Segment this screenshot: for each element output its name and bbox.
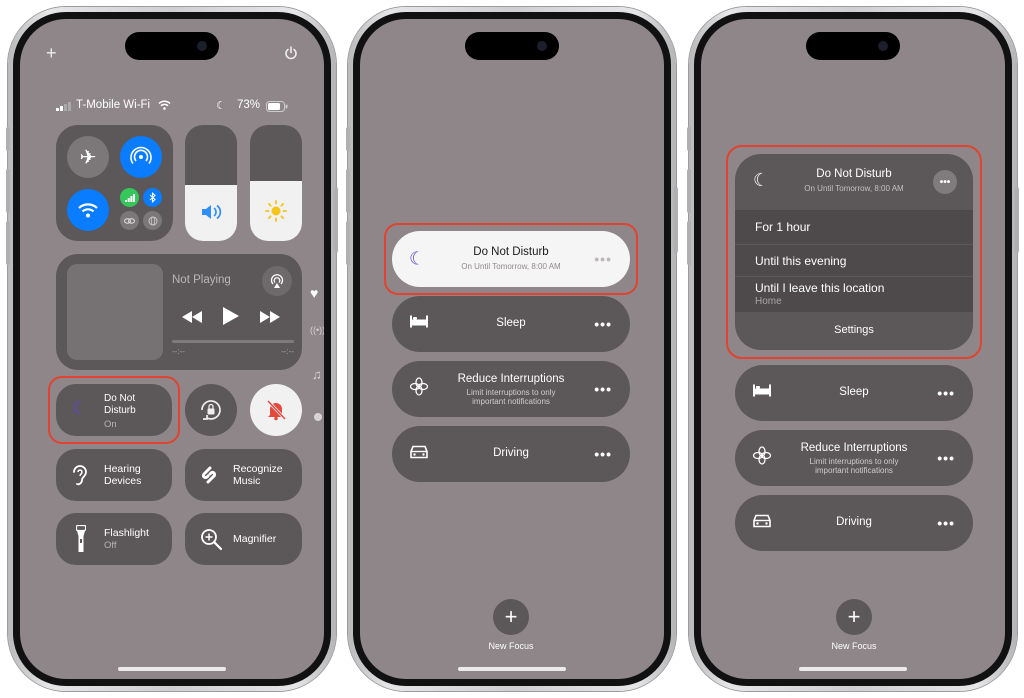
airplane-mode-button[interactable]: ✈ — [67, 136, 109, 178]
phone-dnd-options: ☾ Do Not Disturb On Until Tomorrow, 8:00… — [687, 7, 1019, 691]
globe-icon — [148, 216, 157, 225]
bell-slash-icon — [266, 399, 287, 421]
carrier-label: T-Mobile Wi-Fi — [76, 99, 151, 111]
home-indicator — [799, 667, 907, 671]
new-focus-button[interactable]: + New Focus — [814, 599, 894, 651]
battery-percent: 73% — [236, 99, 260, 111]
ear-icon — [70, 463, 90, 492]
play-icon — [223, 307, 239, 325]
home-indicator — [458, 667, 566, 671]
phone-control-center: + T-Mobile Wi-Fi ☾ 73% ✈ Not Playing --:… — [6, 7, 338, 691]
music-note-icon[interactable]: ♫ — [312, 367, 322, 382]
flashlight-tile[interactable]: Flashlight Off — [56, 513, 172, 565]
rewind-icon — [182, 311, 202, 323]
cellular-button[interactable] — [120, 188, 139, 207]
forward-icon — [260, 311, 280, 323]
connectivity-tile: ✈ — [56, 125, 173, 241]
recognize-music-tile[interactable]: Recognize Music — [185, 449, 302, 501]
focus-driving-pill[interactable]: Driving ••• — [392, 426, 630, 482]
silent-mode-button[interactable] — [250, 384, 302, 436]
more-options-button[interactable]: ••• — [937, 450, 955, 466]
sun-icon — [265, 200, 287, 227]
plus-icon: + — [493, 599, 529, 635]
cellular-icon — [124, 193, 135, 202]
hearing-devices-tile[interactable]: Hearing Devices — [56, 449, 172, 501]
personal-hotspot-button[interactable] — [120, 211, 139, 230]
flashlight-icon — [75, 524, 87, 558]
forward-button[interactable] — [260, 310, 280, 328]
magnifier-tile[interactable]: Magnifier — [185, 513, 302, 565]
focus-sleep-pill[interactable]: Sleep ••• — [735, 365, 973, 421]
wifi-toggle-button[interactable] — [67, 189, 109, 231]
dynamic-island — [465, 32, 559, 60]
home-indicator — [118, 667, 226, 671]
speaker-icon — [201, 204, 223, 225]
focus-driving-pill[interactable]: Driving ••• — [735, 495, 973, 551]
wifi-icon — [158, 100, 171, 113]
focus-reduce-pill[interactable]: Reduce Interruptions Limit interruptions… — [392, 361, 630, 417]
status-bar: T-Mobile Wi-Fi ☾ 73% — [56, 99, 288, 115]
power-icon[interactable] — [284, 46, 298, 65]
volume-slider[interactable] — [185, 125, 237, 241]
more-options-button[interactable]: ••• — [594, 316, 612, 332]
magnifier-label: Magnifier — [233, 533, 277, 545]
progress-track[interactable] — [172, 340, 294, 343]
focus-reduce-pill[interactable]: Reduce Interruptions Limit interruptions… — [735, 430, 973, 486]
dynamic-island — [125, 32, 219, 60]
dnd-options-screen: ☾ Do Not Disturb On Until Tomorrow, 8:00… — [701, 19, 1005, 679]
add-control-button[interactable]: + — [46, 43, 57, 64]
moon-status-icon: ☾ — [216, 100, 226, 112]
airplay-icon — [270, 274, 284, 288]
rotation-lock-icon — [201, 400, 221, 420]
focus-list-screen: ☾ Do Not Disturb On Until Tomorrow, 8:00… — [360, 19, 664, 679]
battery-icon — [266, 101, 288, 115]
dynamic-island — [806, 32, 900, 60]
now-playing-tile[interactable]: Not Playing --:-- --:-- — [56, 254, 302, 370]
orientation-lock-button[interactable] — [185, 384, 237, 436]
brightness-slider[interactable] — [250, 125, 302, 241]
new-focus-button[interactable]: + New Focus — [471, 599, 551, 651]
plus-icon: + — [836, 599, 872, 635]
airdrop-button[interactable] — [120, 136, 162, 178]
focus-sleep-pill[interactable]: Sleep ••• — [392, 296, 630, 352]
bluetooth-button[interactable] — [143, 188, 162, 207]
more-options-button[interactable]: ••• — [937, 515, 955, 531]
wifi-toggle-icon — [78, 202, 98, 217]
shazam-icon — [197, 463, 221, 492]
highlight-box-dnd — [48, 376, 180, 444]
more-options-button[interactable]: ••• — [594, 446, 612, 462]
time-elapsed: --:-- — [172, 347, 185, 356]
heart-icon[interactable]: ♥ — [310, 285, 318, 301]
more-options-button[interactable]: ••• — [594, 381, 612, 397]
highlight-box-dnd-card — [726, 145, 982, 359]
hearing-label: Hearing Devices — [104, 463, 142, 487]
link-icon — [124, 217, 135, 224]
new-focus-label: New Focus — [488, 641, 534, 651]
flashlight-state: Off — [104, 540, 117, 551]
signal-icon — [56, 101, 72, 114]
magnifier-icon — [199, 527, 223, 556]
airplay-button[interactable] — [262, 266, 292, 296]
highlight-box-dnd-pill — [384, 223, 638, 295]
airplane-icon: ✈ — [79, 146, 97, 169]
airdrop-icon — [130, 146, 152, 164]
rewind-button[interactable] — [182, 310, 202, 328]
page-dot[interactable] — [314, 413, 322, 421]
control-center-screen: + T-Mobile Wi-Fi ☾ 73% ✈ Not Playing --:… — [20, 19, 324, 679]
now-playing-title: Not Playing — [172, 274, 231, 286]
play-button[interactable] — [223, 307, 239, 330]
reduce-subtitle: Limit interruptions to only important no… — [466, 388, 556, 406]
new-focus-label: New Focus — [831, 641, 877, 651]
bluetooth-icon — [149, 192, 156, 203]
recognize-label: Recognize Music — [233, 463, 283, 487]
album-art — [67, 264, 163, 360]
phone-focus-list: ☾ Do Not Disturb On Until Tomorrow, 8:00… — [346, 7, 678, 691]
antenna-icon[interactable]: ((•)) — [310, 325, 324, 335]
more-options-button[interactable]: ••• — [937, 385, 955, 401]
flashlight-label: Flashlight — [104, 527, 149, 539]
time-remaining: --:-- — [281, 347, 294, 356]
vpn-button[interactable] — [143, 211, 162, 230]
reduce-subtitle: Limit interruptions to only important no… — [809, 457, 899, 475]
